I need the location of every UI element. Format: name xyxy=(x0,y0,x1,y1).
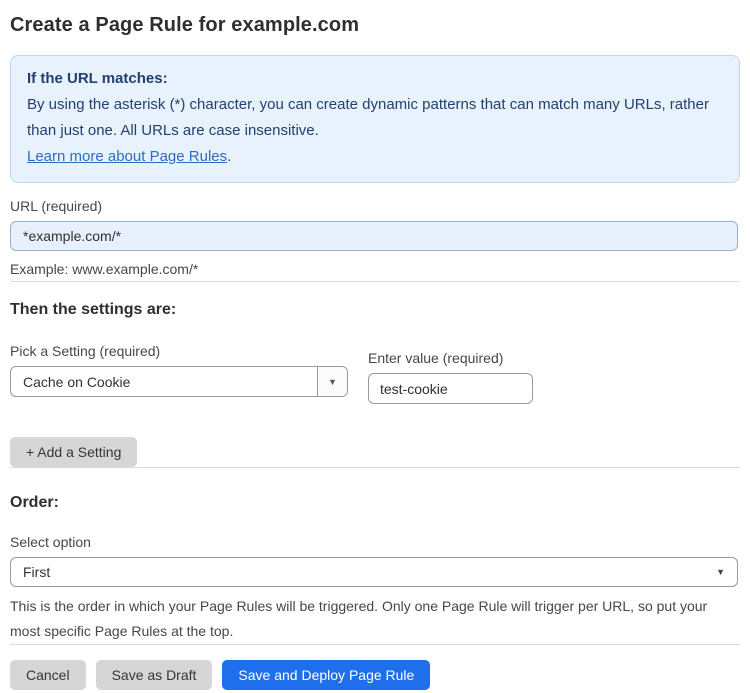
link-suffix: . xyxy=(227,148,232,165)
info-box-link-line: Learn more about Page Rules. xyxy=(27,144,723,170)
setting-select[interactable]: Cache on Cookie ▼ xyxy=(10,366,348,397)
setting-select-value: Cache on Cookie xyxy=(23,373,131,390)
setting-row: Pick a Setting (required) Cache on Cooki… xyxy=(10,343,740,404)
order-section-heading: Order: xyxy=(10,494,59,511)
cancel-button[interactable]: Cancel xyxy=(10,660,86,690)
chevron-down-icon: ▼ xyxy=(716,567,725,577)
footer-button-row: Cancel Save as Draft Save and Deploy Pag… xyxy=(10,660,740,690)
order-select-value: First xyxy=(23,564,51,580)
order-select[interactable]: First ▼ xyxy=(10,557,738,587)
order-helper-text: This is the order in which your Page Rul… xyxy=(10,598,708,639)
url-field-label: URL (required) xyxy=(10,198,103,214)
url-matches-info-box: If the URL matches: By using the asteris… xyxy=(10,55,740,183)
section-divider xyxy=(10,467,740,468)
value-field-label: Enter value (required) xyxy=(368,350,504,366)
setting-select-label: Pick a Setting (required) xyxy=(10,343,161,359)
chevron-down-icon[interactable]: ▼ xyxy=(317,367,347,396)
url-example-helper: Example: www.example.com/* xyxy=(10,261,199,277)
setting-select-column: Pick a Setting (required) Cache on Cooki… xyxy=(10,343,348,404)
setting-value-input[interactable] xyxy=(368,373,533,404)
order-select-label: Select option xyxy=(10,534,91,550)
settings-section-heading: Then the settings are: xyxy=(10,301,177,318)
learn-more-link[interactable]: Learn more about Page Rules xyxy=(27,148,227,165)
page-title: Create a Page Rule for example.com xyxy=(10,14,360,36)
add-setting-button[interactable]: + Add a Setting xyxy=(10,437,138,467)
info-box-body: By using the asterisk (*) character, you… xyxy=(27,96,709,139)
setting-value-column: Enter value (required) xyxy=(368,343,533,404)
save-and-deploy-button[interactable]: Save and Deploy Page Rule xyxy=(222,660,431,690)
save-as-draft-button[interactable]: Save as Draft xyxy=(95,660,213,690)
page-rule-form: Create a Page Rule for example.com If th… xyxy=(0,0,750,690)
footer-divider xyxy=(10,644,740,645)
info-box-heading: If the URL matches: xyxy=(27,70,168,87)
url-input[interactable] xyxy=(10,221,738,251)
section-divider xyxy=(10,281,740,282)
